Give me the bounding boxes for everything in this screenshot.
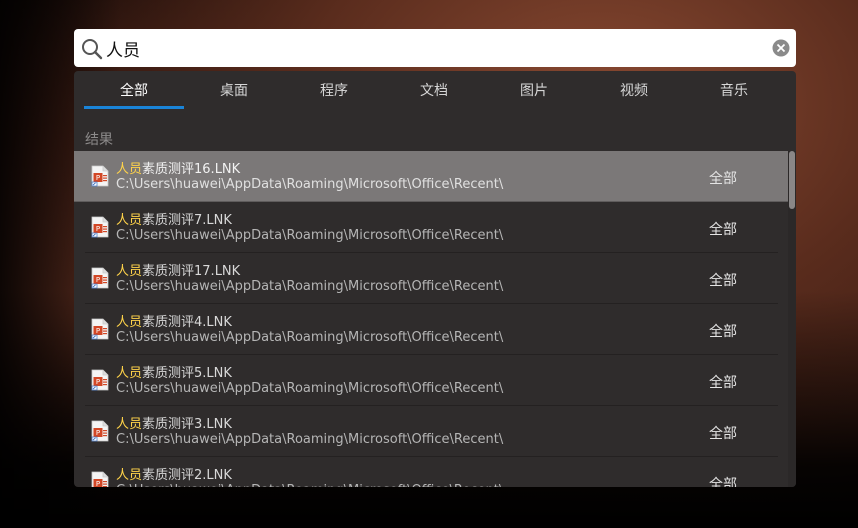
result-row[interactable]: P 人员素质测评17.LNK C:\Users\huawei\AppData\R… [85,253,778,304]
result-filename: 人员素质测评7.LNK [116,209,232,228]
filename-rest: 素质测评16.LNK [142,162,241,177]
powerpoint-shortcut-icon: P [91,369,109,391]
result-filename: 人员素质测评3.LNK [116,413,232,432]
clear-search-icon[interactable] [772,39,790,57]
match-highlight: 人员 [116,264,143,279]
result-category: 全部 [709,426,737,442]
result-category: 全部 [709,273,737,289]
filename-rest: 素质测评5.LNK [142,366,232,381]
result-filename: 人员素质测评4.LNK [116,311,232,330]
search-icon [82,39,103,60]
results-list: P 人员素质测评16.LNK C:\Users\huawei\AppData\R… [74,151,788,487]
match-highlight: 人员 [116,468,143,483]
powerpoint-shortcut-icon: P [91,420,109,442]
filename-rest: 素质测评17.LNK [142,264,241,279]
results-panel: 全部 桌面 程序 文档 图片 视频 音乐 结果 P 人员素质测评16.LNK C… [74,71,796,487]
result-row[interactable]: P 人员素质测评16.LNK C:\Users\huawei\AppData\R… [74,151,788,202]
result-path: C:\Users\huawei\AppData\Roaming\Microsof… [116,483,503,487]
result-category: 全部 [709,324,737,340]
powerpoint-shortcut-icon: P [91,267,109,289]
svg-text:P: P [96,378,100,386]
match-highlight: 人员 [116,315,143,330]
svg-text:P: P [96,225,100,233]
result-row[interactable]: P 人员素质测评5.LNK C:\Users\huawei\AppData\Ro… [85,355,778,406]
filename-rest: 素质测评2.LNK [142,468,232,483]
result-filename: 人员素质测评17.LNK [116,260,240,279]
result-category: 全部 [709,171,737,187]
result-row[interactable]: P 人员素质测评4.LNK C:\Users\huawei\AppData\Ro… [85,304,778,355]
match-highlight: 人员 [116,417,143,432]
tab-desktop[interactable]: 桌面 [184,71,284,109]
tab-programs[interactable]: 程序 [284,71,384,109]
tab-documents[interactable]: 文档 [384,71,484,109]
search-input[interactable] [106,35,746,61]
result-row[interactable]: P 人员素质测评2.LNK C:\Users\huawei\AppData\Ro… [85,457,778,487]
powerpoint-shortcut-icon: P [91,216,109,238]
match-highlight: 人员 [116,366,143,381]
filename-rest: 素质测评7.LNK [142,213,232,228]
svg-text:P: P [96,276,100,284]
tab-images[interactable]: 图片 [484,71,584,109]
result-path: C:\Users\huawei\AppData\Roaming\Microsof… [116,177,504,192]
result-path: C:\Users\huawei\AppData\Roaming\Microsof… [116,381,504,396]
svg-text:P: P [96,429,100,437]
result-category: 全部 [709,222,737,238]
result-category: 全部 [709,477,737,487]
filename-rest: 素质测评4.LNK [142,315,232,330]
result-path: C:\Users\huawei\AppData\Roaming\Microsof… [116,330,504,345]
results-section-label: 结果 [85,132,113,148]
result-path: C:\Users\huawei\AppData\Roaming\Microsof… [116,279,504,294]
result-filename: 人员素质测评2.LNK [116,464,232,483]
match-highlight: 人员 [116,162,143,177]
result-category: 全部 [709,375,737,391]
tab-all[interactable]: 全部 [84,71,184,109]
tab-videos[interactable]: 视频 [584,71,684,109]
result-row[interactable]: P 人员素质测评7.LNK C:\Users\huawei\AppData\Ro… [85,202,778,253]
result-path: C:\Users\huawei\AppData\Roaming\Microsof… [116,228,504,243]
category-tabs: 全部 桌面 程序 文档 图片 视频 音乐 [84,71,784,109]
tab-music[interactable]: 音乐 [684,71,784,109]
filename-rest: 素质测评3.LNK [142,417,232,432]
scrollbar-thumb[interactable] [789,151,795,209]
powerpoint-shortcut-icon: P [91,318,109,340]
svg-text:P: P [96,480,100,487]
match-highlight: 人员 [116,213,143,228]
results-scrollbar[interactable] [788,151,796,487]
svg-text:P: P [96,327,100,335]
search-bar[interactable] [74,29,796,67]
result-row[interactable]: P 人员素质测评3.LNK C:\Users\huawei\AppData\Ro… [85,406,778,457]
powerpoint-shortcut-icon: P [91,165,109,187]
result-filename: 人员素质测评16.LNK [116,158,240,177]
powerpoint-shortcut-icon: P [91,471,109,487]
svg-text:P: P [96,174,100,182]
result-path: C:\Users\huawei\AppData\Roaming\Microsof… [116,432,504,447]
result-filename: 人员素质测评5.LNK [116,362,232,381]
